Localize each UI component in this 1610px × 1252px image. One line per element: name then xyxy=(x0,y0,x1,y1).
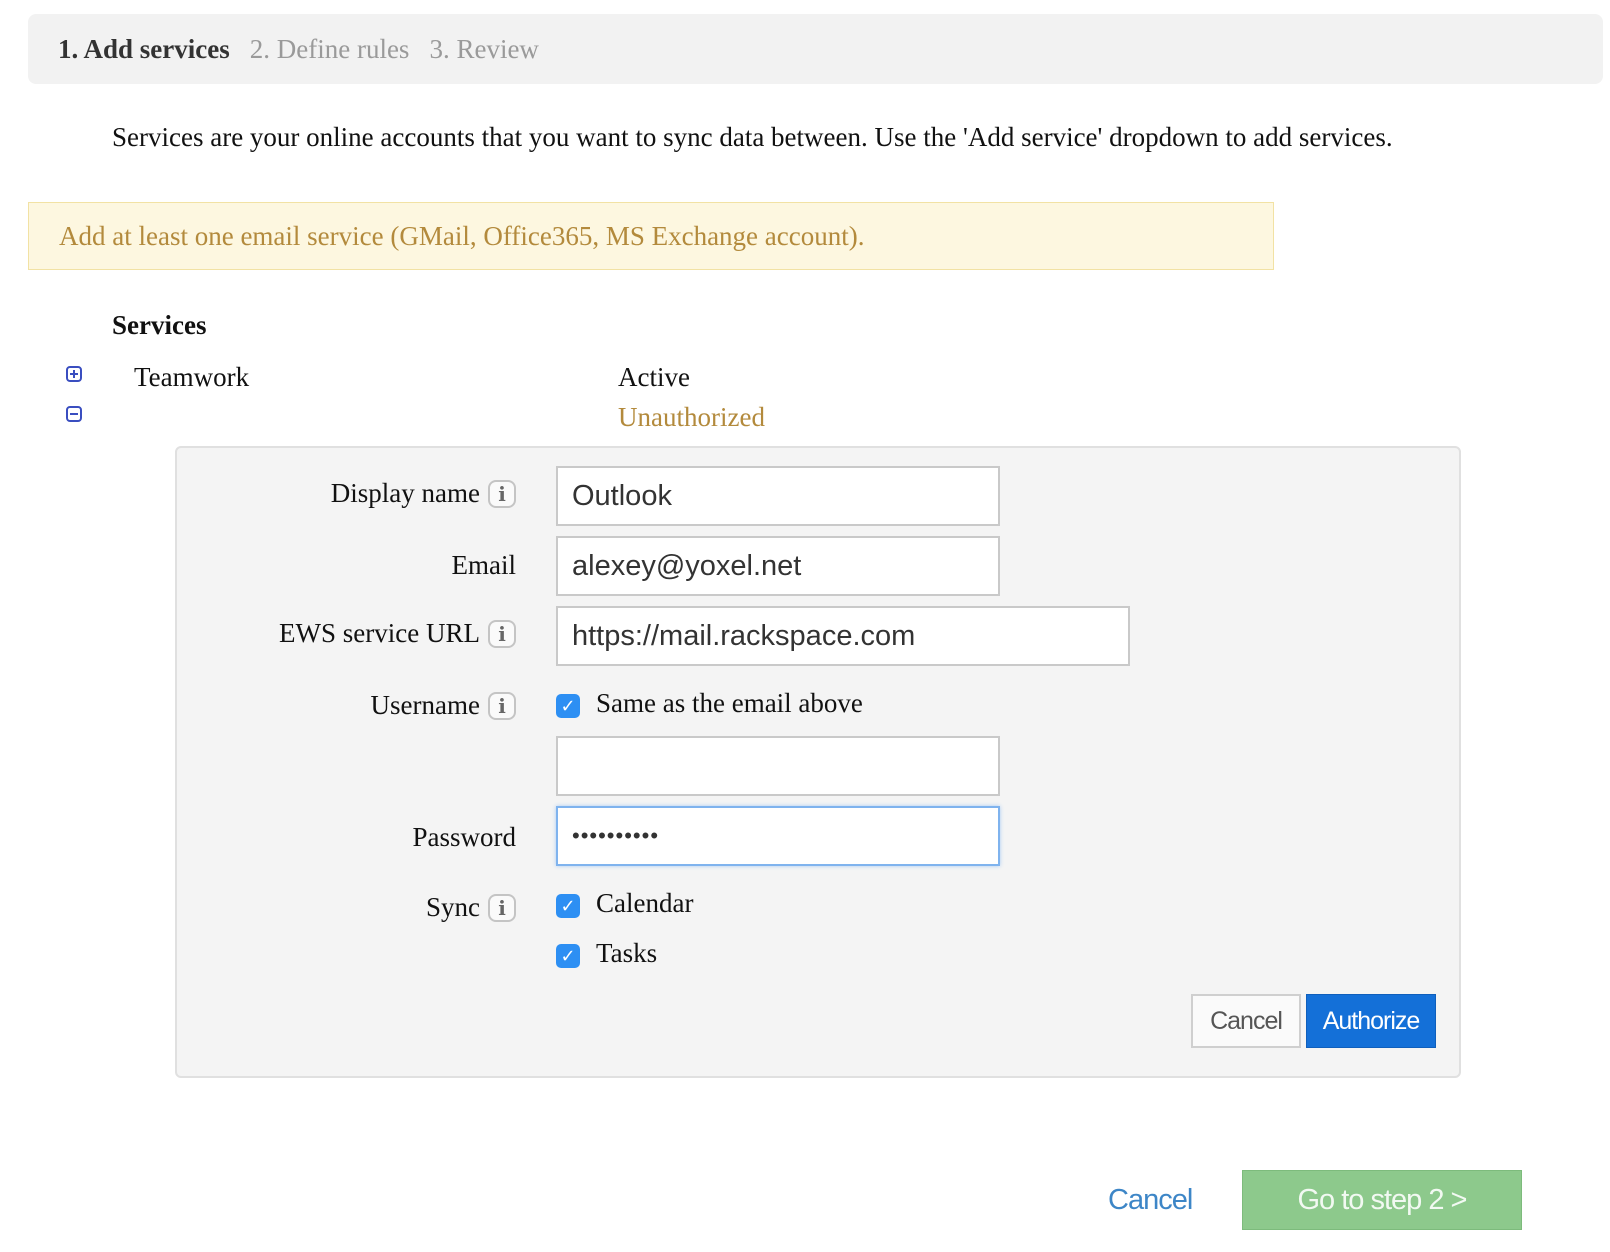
step-add-services[interactable]: 1. Add services xyxy=(58,34,230,65)
same-as-email-label: Same as the email above xyxy=(596,688,863,718)
email-input[interactable] xyxy=(556,536,1000,596)
step-review[interactable]: 3. Review xyxy=(429,34,538,65)
same-as-email-checkbox[interactable]: ✓ xyxy=(556,694,580,718)
username-input[interactable] xyxy=(556,736,1000,796)
password-label: Password xyxy=(412,822,516,852)
ews-url-input[interactable] xyxy=(556,606,1130,666)
authorize-button[interactable]: Authorize xyxy=(1306,994,1436,1048)
username-label: Username i xyxy=(116,690,516,721)
cancel-link[interactable]: Cancel xyxy=(1108,1184,1193,1217)
cancel-button[interactable]: Cancel xyxy=(1191,994,1301,1048)
sync-tasks-checkbox[interactable]: ✓ xyxy=(556,944,580,968)
ews-url-label: EWS service URL i xyxy=(116,618,516,649)
service-status-active: Active xyxy=(618,362,690,392)
warning-banner: Add at least one email service (GMail, O… xyxy=(28,202,1274,270)
display-name-label: Display name i xyxy=(116,478,516,509)
go-to-step-2-button[interactable]: Go to step 2 > xyxy=(1242,1170,1522,1230)
sync-label: Sync i xyxy=(116,892,516,923)
collapse-icon[interactable] xyxy=(66,406,82,422)
display-name-input[interactable] xyxy=(556,466,1000,526)
email-label: Email xyxy=(451,550,516,580)
password-input[interactable] xyxy=(556,806,1000,866)
info-icon[interactable]: i xyxy=(488,893,516,922)
services-heading: Services xyxy=(112,310,207,340)
info-icon[interactable]: i xyxy=(488,619,516,648)
service-name-teamwork: Teamwork xyxy=(134,362,250,392)
info-icon[interactable]: i xyxy=(488,479,516,508)
info-icon[interactable]: i xyxy=(488,691,516,720)
sync-calendar-label: Calendar xyxy=(596,888,694,918)
step-define-rules[interactable]: 2. Define rules xyxy=(250,34,410,65)
intro-text: Services are your online accounts that y… xyxy=(112,122,1393,152)
service-status-unauthorized: Unauthorized xyxy=(618,402,765,432)
warning-text: Add at least one email service (GMail, O… xyxy=(59,220,865,251)
sync-calendar-checkbox[interactable]: ✓ xyxy=(556,894,580,918)
wizard-steps: 1. Add services 2. Define rules 3. Revie… xyxy=(28,14,1603,84)
expand-icon[interactable] xyxy=(66,366,82,382)
sync-tasks-label: Tasks xyxy=(596,938,658,968)
